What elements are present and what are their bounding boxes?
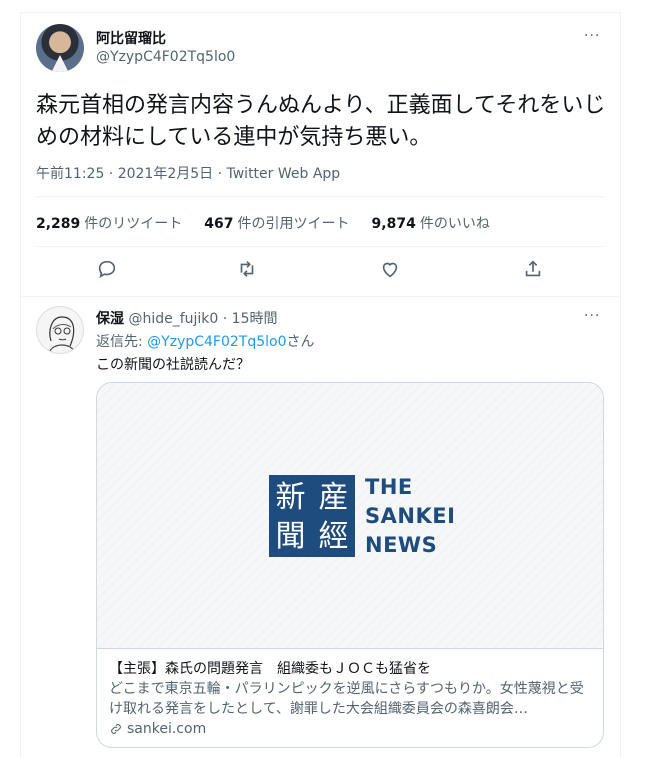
author-handle[interactable]: @YzypC4F02Tq5lo0 <box>96 49 235 65</box>
quote-tweet-count[interactable]: 467 件の引用ツイート <box>204 213 349 233</box>
like-count[interactable]: 9,874 件のいいね <box>372 213 490 233</box>
reply-icon[interactable] <box>96 258 120 282</box>
tweet-text: 森元首相の発言内容うんぬんより、正義面してそれをいじめの材料にしている連中が気持… <box>36 93 606 150</box>
sketch-portrait-icon <box>48 316 76 353</box>
card-body: 【主張】森氏の問題発言 組織委もＪＯＣも猛省を どこまで東京五輪・パラリンピック… <box>109 659 593 739</box>
author-avatar[interactable] <box>36 24 84 72</box>
reply-text: この新聞の社説読んだ？ <box>96 357 250 373</box>
reply-to-link[interactable]: @YzypC4F02Tq5lo0 <box>147 334 286 350</box>
sankei-logo-text: THE SANKEI NEWS <box>365 475 456 557</box>
link-preview-card[interactable]: 新 産 聞 經 THE SANKEI NEWS 【主張】森氏の問題発言 組織委も… <box>96 382 604 748</box>
reply-header: 保湿 @hide_fujik0 · 15時間 <box>96 308 278 328</box>
like-icon[interactable] <box>379 258 403 282</box>
card-title: 【主張】森氏の問題発言 組織委もＪＯＣも猛省を <box>109 661 431 677</box>
card-domain: sankei.com <box>109 719 593 739</box>
tweet-actions <box>36 256 604 284</box>
reply-time[interactable]: 15時間 <box>232 311 278 327</box>
share-icon[interactable] <box>522 258 546 282</box>
tweet-timestamp[interactable]: 午前11:25 · 2021年2月5日 · Twitter Web App <box>36 163 340 183</box>
dot-separator: · <box>222 311 228 327</box>
sankei-logo-mark: 新 産 聞 經 <box>269 475 355 557</box>
retweet-count[interactable]: 2,289 件のリツイート <box>36 213 182 233</box>
reply-author-name[interactable]: 保湿 <box>96 311 124 327</box>
link-icon <box>111 724 121 734</box>
reply-more-options-icon[interactable]: ··· <box>584 308 600 324</box>
tweet-stats: 2,289 件のリツイート 467 件の引用ツイート 9,874 件のいいね <box>36 213 490 233</box>
reply-author-handle[interactable]: @hide_fujik0 <box>128 311 218 327</box>
retweet-icon[interactable] <box>236 258 260 282</box>
divider <box>20 296 621 297</box>
divider <box>36 246 604 247</box>
reply-avatar[interactable] <box>36 306 84 354</box>
card-description: どこまで東京五輪・パラリンピックを逆風にさらすつもりか。女性蔑視と受け取れる発言… <box>109 681 584 717</box>
author-name[interactable]: 阿比留瑠比 <box>96 28 166 48</box>
reply-to-line: 返信先: @YzypC4F02Tq5lo0さん <box>96 334 315 350</box>
more-options-icon[interactable]: ··· <box>584 28 600 44</box>
card-image: 新 産 聞 經 THE SANKEI NEWS <box>97 383 603 649</box>
divider <box>36 196 604 197</box>
